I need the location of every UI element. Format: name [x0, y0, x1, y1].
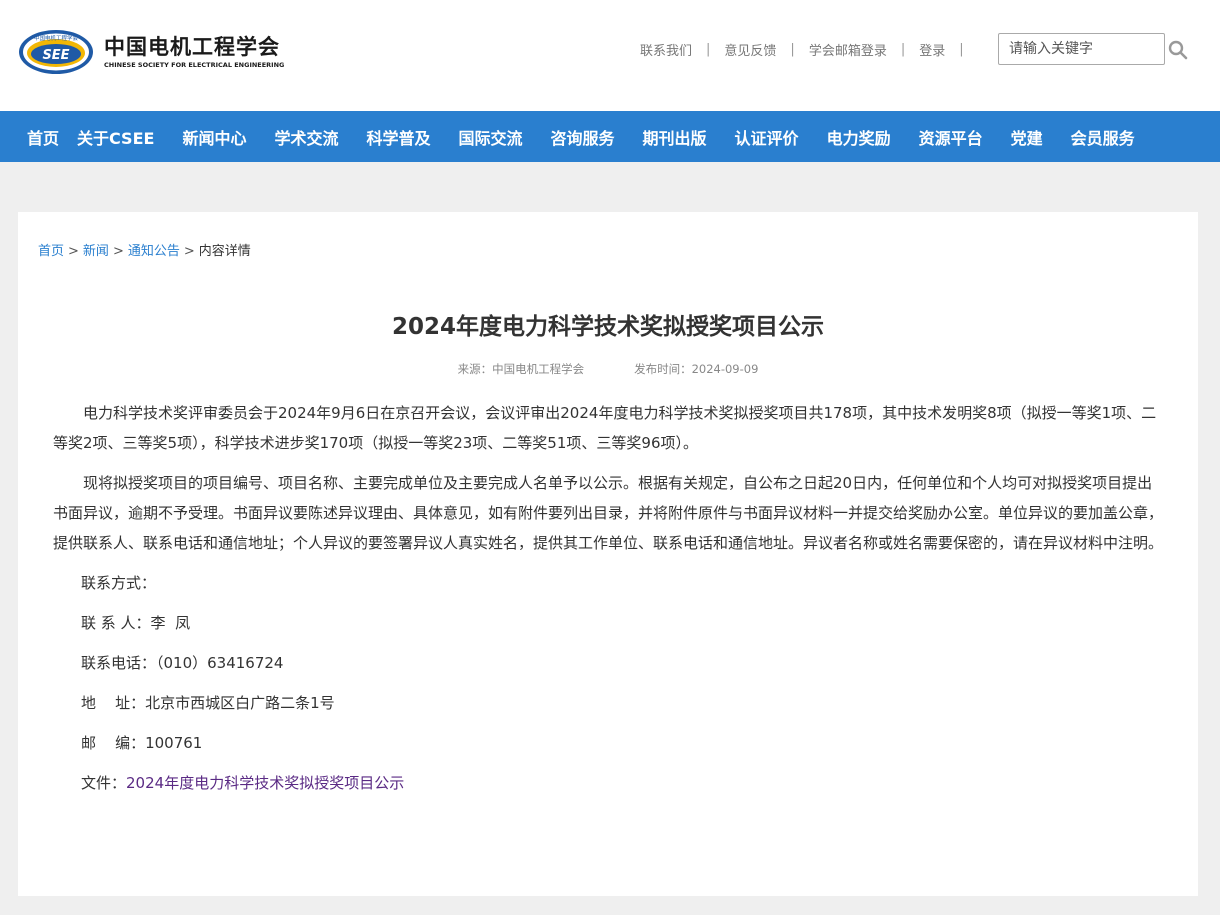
search-icon[interactable] [1168, 40, 1188, 60]
nav-item-resources[interactable]: 资源平台 [919, 125, 983, 149]
breadcrumb-current: 内容详情 [198, 244, 251, 259]
file-download-link[interactable]: 2024年度电力科学技术奖拟授奖项目公示 [126, 774, 404, 792]
logo-name-en: CHINESE SOCIETY FOR ELECTRICAL ENGINEERI… [104, 61, 285, 69]
mail-login-link[interactable]: 学会邮箱登录 [809, 40, 887, 59]
article-body: 电力科学技术奖评审委员会于2024年9月6日在京召开会议，会议评审出2024年度… [53, 398, 1165, 808]
nav-item-news[interactable]: 新闻中心 [182, 125, 246, 149]
csee-emblem-icon: 中国电机工程学会 SEE [19, 30, 93, 74]
contact-person: 联 系 人：李 凤 [81, 614, 191, 632]
nav-item-party[interactable]: 党建 [1011, 125, 1043, 149]
emblem-top-text: 中国电机工程学会 [34, 34, 79, 42]
link-separator: | [706, 42, 711, 57]
nav-item-journals[interactable]: 期刊出版 [643, 125, 707, 149]
link-separator: | [790, 42, 795, 57]
link-separator: | [900, 42, 906, 57]
contact-address: 地 址：北京市西城区白广路二条1号 [81, 694, 335, 712]
login-link[interactable]: 登录 [919, 40, 945, 59]
logo-name-cn: 中国电机工程学会 [104, 35, 280, 59]
breadcrumb-news[interactable]: 新闻 [83, 244, 109, 259]
breadcrumb-home[interactable]: 首页 [38, 244, 64, 259]
nav-item-academic[interactable]: 学术交流 [274, 125, 338, 149]
article-paragraph: 电力科学技术奖评审委员会于2024年9月6日在京召开会议，会议评审出2024年度… [53, 404, 1157, 452]
nav-item-science[interactable]: 科学普及 [366, 125, 430, 149]
article-meta: 来源：中国电机工程学会 发布时间：2024-09-09 [18, 361, 1198, 377]
emblem-abbr: SEE [42, 48, 69, 63]
nav-item-members[interactable]: 会员服务 [1071, 125, 1135, 149]
article-paragraph: 现将拟授奖项目的项目编号、项目名称、主要完成单位及主要完成人名单予以公示。根据有… [53, 474, 1164, 552]
nav-item-home[interactable]: 首页 [27, 125, 59, 149]
nav-item-international[interactable]: 国际交流 [459, 125, 523, 149]
nav-item-about[interactable]: 关于CSEE [77, 125, 154, 149]
search-box [998, 33, 1165, 65]
nav-item-awards[interactable]: 电力奖励 [827, 125, 891, 149]
breadcrumb: 首页 > 新闻 > 通知公告 > 内容详情 [38, 240, 251, 259]
search-input[interactable] [999, 34, 1164, 64]
breadcrumb-notices[interactable]: 通知公告 [128, 244, 180, 259]
file-label: 文件： [81, 774, 127, 792]
article-panel: 首页 > 新闻 > 通知公告 > 内容详情 2024年度电力科学技术奖拟授奖项目公示 来源：… [18, 212, 1198, 896]
contact-heading: 联系方式： [81, 574, 157, 592]
contact-postcode: 邮 编：100761 [81, 734, 203, 752]
feedback-link[interactable]: 意见反馈 [724, 40, 776, 59]
breadcrumb-separator: > [112, 244, 124, 259]
file-row: 文件：2024年度电力科学技术奖拟授奖项目公示 [53, 768, 1165, 798]
site-header: 中国电机工程学会 SEE 中国电机工程学会 CHINESE SOCIETY FO… [0, 0, 1220, 111]
article-title: 2024年度电力科学技术奖拟授奖项目公示 [391, 314, 824, 340]
contact-phone: 联系电话：（010）63416724 [81, 654, 284, 672]
link-separator: | [959, 42, 964, 57]
nav-item-consulting[interactable]: 咨询服务 [551, 125, 615, 149]
article-date: 发布时间：2024-09-09 [634, 362, 759, 376]
article-source: 来源：中国电机工程学会 [457, 362, 585, 376]
site-logo[interactable]: 中国电机工程学会 SEE 中国电机工程学会 CHINESE SOCIETY FO… [18, 28, 308, 76]
main-nav: 首页 关于CSEE 新闻中心 学术交流 科学普及 国际交流 咨询服务 期刊出版 … [0, 111, 1220, 162]
nav-item-certification[interactable]: 认证评价 [735, 125, 799, 149]
breadcrumb-separator: > [183, 244, 195, 259]
top-links: 联系我们 | 意见反馈 | 学会邮箱登录 | 登录 | [640, 40, 978, 59]
contact-us-link[interactable]: 联系我们 [640, 40, 692, 59]
breadcrumb-separator: > [68, 244, 79, 259]
